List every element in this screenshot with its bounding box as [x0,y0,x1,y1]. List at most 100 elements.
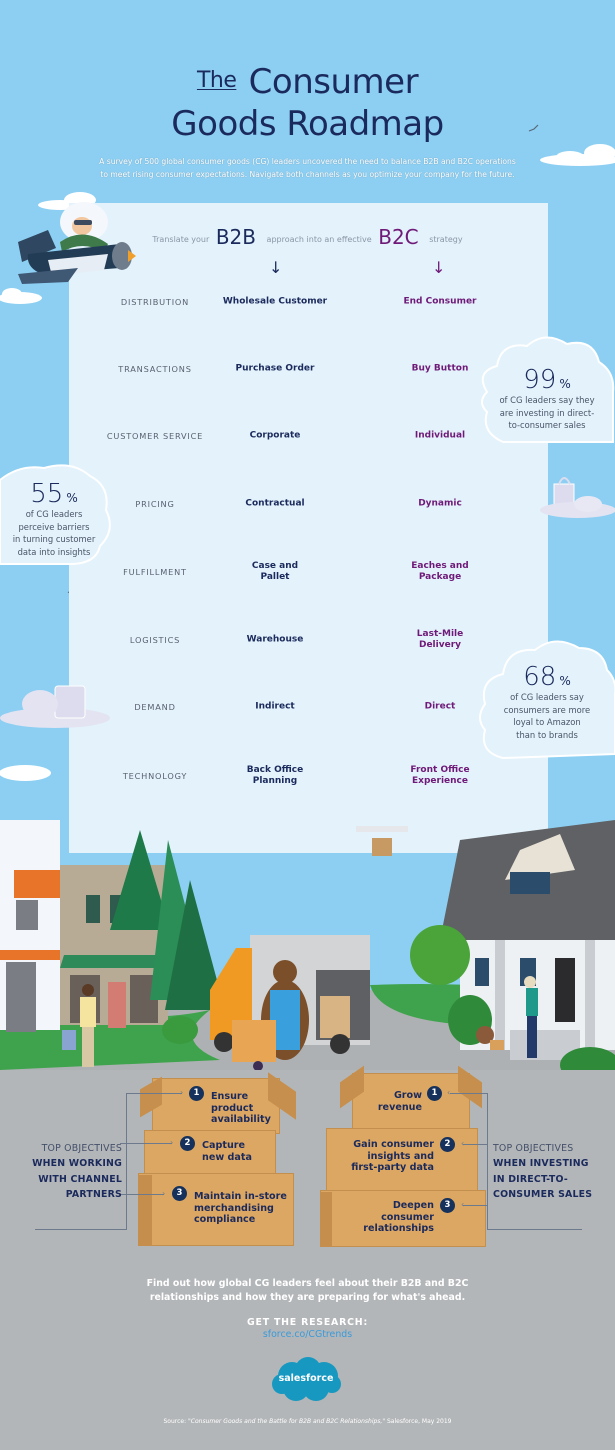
stat-caption: to-consumer sales [508,420,586,430]
stat-caption: than to brands [516,729,578,740]
objectives-title-line: TOP OBJECTIVES [41,1143,122,1154]
objective-text: Capture new data [202,1140,252,1163]
row-b2b-value: Wholesale Customer [222,296,328,307]
connector-line [450,1093,487,1094]
box-side [320,1192,332,1247]
stat-unit: % [559,377,571,391]
objective-number-badge: 1 [189,1086,204,1101]
objectives-title-line: IN DIRECT-TO- [493,1173,568,1185]
objectives-title-line: CONSUMER SALES [493,1189,593,1201]
title-word: Consumer [248,62,419,102]
objective-line: relationships [363,1223,434,1234]
stat-caption: of CG leaders say they [499,395,595,405]
page-title-line1: The Consumer [0,62,615,102]
connector-line [35,1229,127,1230]
arrow-right-icon: › [180,1088,184,1097]
comparison-row: TECHNOLOGY Back Office Planning Front Of… [0,761,615,791]
cloud-small-left [0,765,51,781]
stat-unit: % [66,491,78,505]
translate-suffix: strategy [429,235,463,244]
stat-caption: of CG leaders say [510,692,584,702]
intro-line: to meet rising consumer expectations. Na… [100,170,515,179]
row-category: LOGISTICS [129,635,181,645]
connector-line [463,1144,487,1145]
objective-text: Grow revenue [372,1090,422,1113]
objective-line: first-party data [351,1162,434,1173]
objectives-title-line: WHEN INVESTING [493,1158,589,1170]
box-side [138,1175,152,1246]
row-b2c-value: Front Office Experience [410,765,470,786]
intro-text: A survey of 500 global consumer goods (C… [60,155,555,181]
connector-line [120,1194,164,1195]
delivery-drone [356,826,408,856]
cta-text: Find out how global CG leaders feel abou… [0,1277,615,1305]
cta-line: relationships and how they are preparing… [149,1292,466,1303]
row-b2b-value: Contractual [245,498,305,509]
stat-68: 68% of CG leaders say consumers are more… [487,663,607,741]
town-scene-illustration [0,820,615,1070]
connector-line [487,1229,582,1230]
objective-line: product [211,1102,254,1114]
objective-line: availability [211,1114,271,1125]
source-citation: Source: "Consumer Goods and the Battle f… [0,1418,615,1425]
source-suffix: Salesforce, May 2019 [385,1418,452,1425]
research-link[interactable]: sforce.co/CGtrends [0,1329,615,1340]
stat-value: 68 [523,662,557,692]
objective-line: Gain consumer [353,1139,434,1150]
arrow-right-icon: › [162,1189,166,1198]
arrow-left-icon: ‹ [461,1139,465,1148]
arrow-down-icon: ↓ [269,258,283,277]
row-category: CUSTOMER SERVICE [106,431,204,441]
objective-number-badge: 3 [440,1198,455,1213]
truck-cloud-icon [0,685,110,728]
row-b2b-value: Corporate [249,430,301,441]
row-category: TECHNOLOGY [122,771,188,781]
stat-unit: % [559,674,571,688]
arrow-left-icon: ‹ [461,1200,465,1209]
b2b-objectives-title: TOP OBJECTIVES WHEN WORKING WITH CHANNEL… [22,1141,122,1203]
arrow-down-icon: ↓ [432,258,446,277]
objective-line: new data [202,1151,252,1163]
row-b2c-value: Dynamic [418,498,462,509]
objective-number-badge: 3 [172,1186,187,1201]
intro-line: A survey of 500 global consumer goods (C… [99,157,516,166]
title-prefix: The [196,68,237,93]
b2c-objectives-title: TOP OBJECTIVES WHEN INVESTING IN DIRECT-… [493,1141,603,1203]
stat-55: 55% of CG leaders perceive barriers in t… [4,480,104,558]
objective-number-badge: 2 [440,1137,455,1152]
translate-heading: Translate your B2B approach into an effe… [0,225,615,249]
objective-number-badge: 2 [180,1136,195,1151]
objective-line: Ensure [211,1091,249,1102]
objective-line: merchandising [194,1202,274,1214]
arrow-right-icon: › [170,1138,174,1147]
salesforce-logo-text: salesforce [278,1373,334,1384]
objective-text: Deepen consumer relationships [352,1200,434,1235]
cta-line: Find out how global CG leaders feel abou… [146,1278,469,1289]
objective-text: Ensure product availability [211,1091,271,1126]
objective-line: Grow [393,1090,422,1101]
objective-number-badge: 1 [427,1086,442,1101]
row-b2c-value: End Consumer [403,296,477,307]
connector-line [487,1093,488,1230]
connector-line [126,1093,127,1230]
row-category: DISTRIBUTION [120,297,190,307]
objective-line: Maintain in-store [194,1191,287,1202]
stat-caption: data into insights [17,546,91,557]
connector-line [463,1205,487,1206]
translate-middle: approach into an effective [266,235,372,244]
comparison-row: DISTRIBUTION Wholesale Customer End Cons… [0,287,615,317]
stat-caption: consumers are more [503,704,591,715]
stat-caption: in turning customer [12,534,96,544]
row-b2b-value: Purchase Order [235,363,315,374]
row-b2b-value: Back Office Planning [246,765,304,786]
objective-line: Capture [202,1140,246,1151]
objective-text: Gain consumer insights and first-party d… [342,1139,434,1174]
stat-99: 99% of CG leaders say they are investing… [487,366,607,432]
objectives-title-line: WHEN WORKING [32,1158,122,1170]
stat-caption: are investing in direct- [499,407,595,418]
objective-line: compliance [194,1214,256,1225]
objective-text: Maintain in-store merchandising complian… [194,1191,287,1226]
stat-value: 99 [523,365,557,395]
objectives-title-line: TOP OBJECTIVES [493,1143,574,1154]
objective-line: consumer [381,1211,434,1223]
